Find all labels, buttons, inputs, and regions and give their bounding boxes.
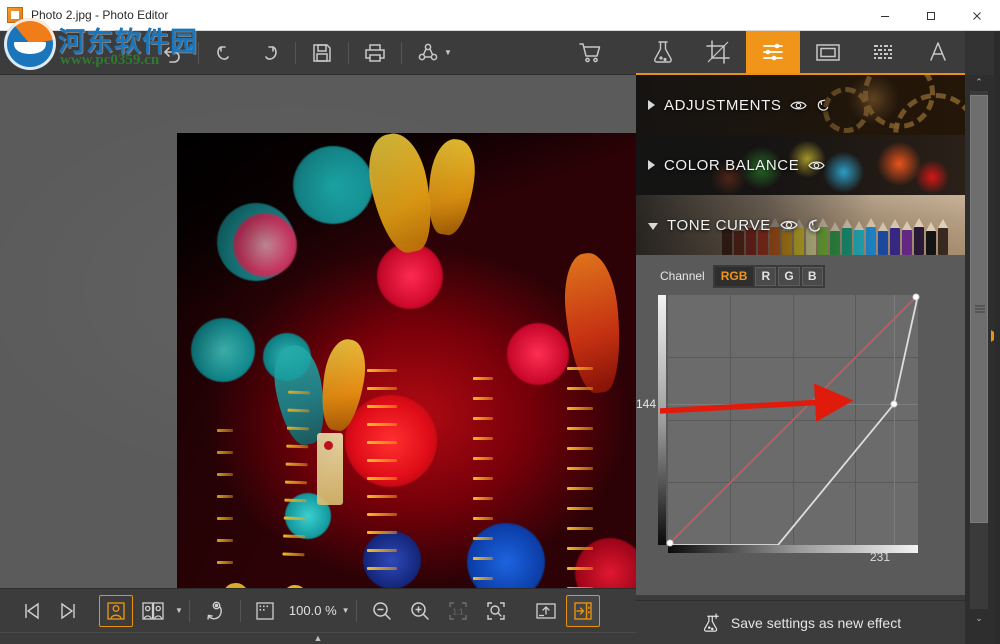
tab-adjustments[interactable] — [745, 31, 801, 73]
chevron-up-icon[interactable]: ▲ — [314, 634, 323, 643]
curve-y-value-label: 144 — [636, 397, 657, 411]
tab-textures[interactable] — [855, 31, 910, 73]
toggle-side-panel-button[interactable] — [565, 594, 600, 627]
title-bar: Photo 2.jpg - Photo Editor — [0, 0, 1000, 31]
adjustment-sections: ADJUSTMENTS COLOR BALANCE TONE CURVE Cha… — [636, 75, 965, 600]
grid-button[interactable] — [248, 595, 282, 627]
eye-icon[interactable] — [780, 218, 798, 232]
eye-icon[interactable] — [790, 99, 808, 112]
panel-outer-edge — [994, 31, 1000, 644]
panel-scrollbar-track[interactable] — [970, 91, 988, 609]
chevron-right-icon[interactable] — [648, 160, 655, 170]
channel-g-button[interactable]: G — [778, 266, 800, 286]
y-axis-gradient — [658, 295, 666, 545]
zoom-level-value[interactable]: 100.0 % — [283, 603, 339, 618]
minimize-button[interactable] — [862, 0, 908, 31]
tab-effects[interactable] — [636, 31, 691, 73]
channel-selector: Channel RGB R G B — [636, 264, 965, 288]
channel-r-button[interactable]: R — [755, 266, 777, 286]
section-title: ADJUSTMENTS — [664, 96, 782, 114]
zoom-in-button[interactable] — [402, 595, 438, 627]
scroll-up-button[interactable]: ⌃ — [970, 75, 988, 89]
section-header-tone-curve[interactable]: TONE CURVE — [636, 195, 965, 255]
photo-preview[interactable] — [177, 133, 636, 588]
close-button[interactable] — [954, 0, 1000, 31]
photo-overlay-shadow — [177, 133, 636, 588]
curve-grid[interactable] — [666, 293, 920, 547]
curve-control-point-mid[interactable] — [890, 400, 898, 408]
curve-x-value-label: 231 — [870, 550, 891, 564]
toolbar-divider — [401, 41, 402, 64]
curve-plot — [668, 295, 918, 545]
next-image-button[interactable] — [51, 595, 85, 627]
export-button[interactable] — [528, 595, 564, 627]
fit-to-window-button[interactable] — [478, 595, 514, 627]
redo-icon[interactable] — [247, 31, 291, 75]
undo-all-icon[interactable] — [150, 31, 194, 75]
top-toolbar: ▼ — [0, 31, 636, 75]
section-header-adjustments[interactable]: ADJUSTMENTS — [636, 75, 965, 135]
section-title: COLOR BALANCE — [664, 156, 800, 174]
rotate-button[interactable] — [197, 595, 233, 627]
reset-icon[interactable] — [807, 218, 824, 233]
bottom-divider — [355, 599, 357, 622]
compare-view-button[interactable] — [135, 595, 171, 627]
undo-icon[interactable] — [203, 31, 247, 75]
print-icon[interactable] — [353, 31, 397, 75]
cart-icon[interactable] — [568, 31, 612, 75]
section-title: TONE CURVE — [667, 216, 771, 234]
eye-icon[interactable] — [808, 159, 826, 172]
flask-plus-icon — [700, 612, 722, 634]
maximize-button[interactable] — [908, 0, 954, 31]
zoom-caret-icon[interactable]: ▼ — [342, 606, 350, 615]
bottom-divider — [239, 599, 241, 622]
compare-view-caret-icon[interactable]: ▼ — [175, 606, 183, 615]
toolbar-divider — [348, 41, 349, 64]
tab-text[interactable] — [910, 31, 965, 73]
zoom-out-button[interactable] — [364, 595, 400, 627]
bottom-toolbar: ▼ 100.0 % ▼ 1:1 — [0, 588, 636, 632]
curve-control-point-black[interactable] — [666, 539, 674, 547]
channel-rgb-button[interactable]: RGB — [714, 266, 754, 286]
window-controls — [862, 0, 1000, 31]
window-title: Photo 2.jpg - Photo Editor — [31, 8, 169, 22]
chevron-down-icon[interactable] — [648, 223, 658, 230]
panel-tab-bar — [636, 31, 965, 75]
svg-text:1:1: 1:1 — [452, 607, 464, 616]
toolbar-divider — [295, 41, 296, 64]
channel-b-button[interactable]: B — [801, 266, 823, 286]
share-caret-icon[interactable]: ▼ — [444, 48, 452, 57]
panel-scrollbar-thumb[interactable] — [970, 95, 988, 523]
bottom-divider — [188, 599, 190, 622]
chevron-right-icon[interactable] — [648, 100, 655, 110]
channel-button-group: RGB R G B — [712, 264, 825, 288]
tab-crop[interactable] — [691, 31, 746, 73]
canvas-collapse-strip[interactable]: ▲ — [0, 632, 636, 644]
single-view-button[interactable] — [99, 594, 133, 627]
actual-size-button[interactable]: 1:1 — [440, 595, 476, 627]
scroll-down-button[interactable]: ⌄ — [970, 611, 988, 625]
save-settings-as-new-effect-button[interactable]: Save settings as new effect — [636, 600, 965, 644]
curve-control-point-white[interactable] — [912, 293, 920, 301]
toolbar-divider — [198, 41, 199, 64]
image-canvas[interactable] — [0, 75, 636, 588]
tone-curve-body: Channel RGB R G B 144 231 — [636, 255, 965, 595]
channel-label: Channel — [660, 269, 705, 283]
reset-icon[interactable] — [816, 98, 832, 112]
save-icon[interactable] — [300, 31, 344, 75]
section-header-color-balance[interactable]: COLOR BALANCE — [636, 135, 965, 195]
right-panel: ADJUSTMENTS COLOR BALANCE TONE CURVE Cha… — [636, 31, 1000, 644]
app-icon — [7, 7, 23, 23]
photo-editor-window: Photo 2.jpg - Photo Editor ▼ ▼ 100.0 % ▼… — [0, 0, 1000, 644]
save-settings-label: Save settings as new effect — [730, 614, 902, 631]
tab-frames[interactable] — [800, 31, 855, 73]
scrollbar-grip-icon — [975, 304, 985, 315]
tone-curve-graph[interactable]: 144 231 — [636, 293, 920, 567]
first-image-button[interactable] — [15, 595, 49, 627]
